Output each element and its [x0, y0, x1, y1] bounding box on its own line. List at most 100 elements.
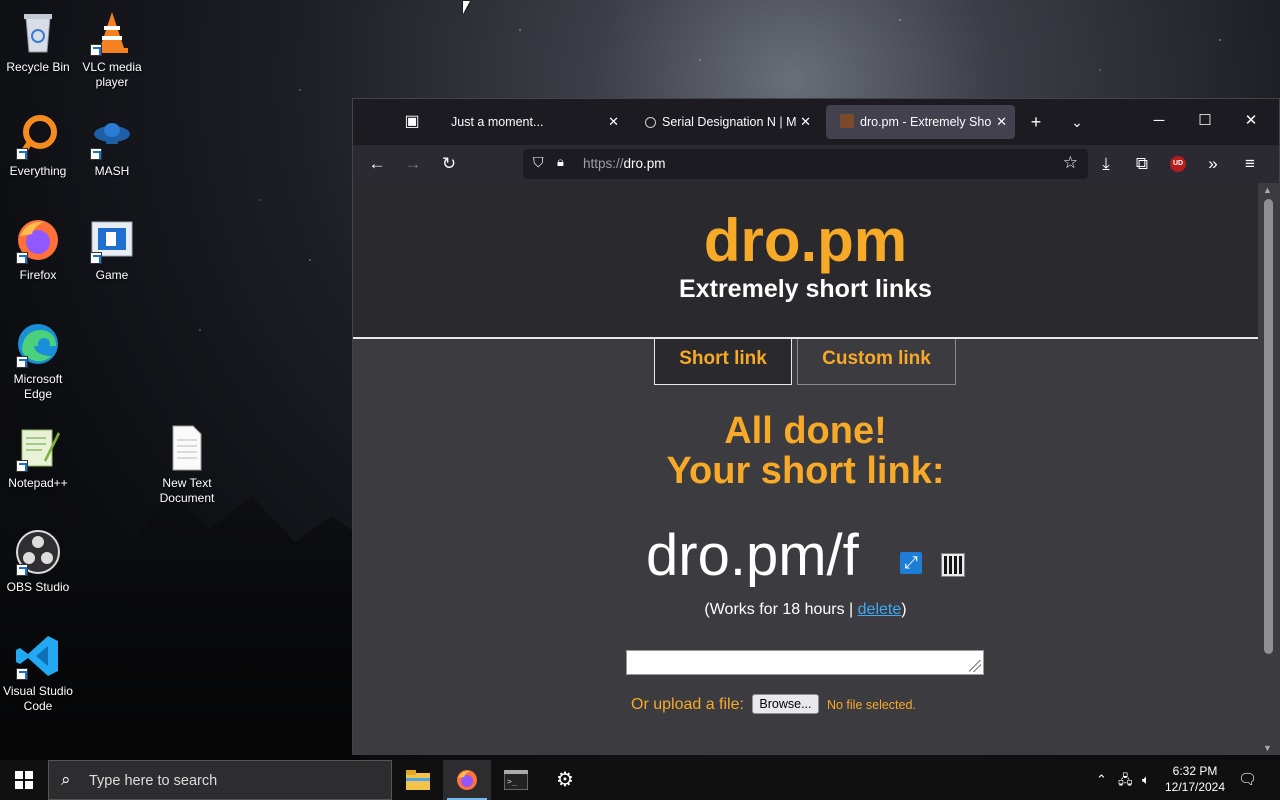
expiry-text: (Works for 18 hours |: [704, 601, 858, 618]
link-expiry-note: (Works for 18 hours | delete): [353, 601, 1258, 619]
close-tab-icon[interactable]: ✕: [608, 105, 619, 139]
desktop-icon-edge[interactable]: Microsoft Edge: [0, 320, 76, 402]
maximize-icon[interactable]: ☐: [1182, 105, 1228, 137]
desktop-icon-label: Microsoft Edge: [13, 372, 63, 401]
firefox-window: ▣ Just a moment... ✕ Serial Designation …: [352, 98, 1280, 755]
desktop-icon-label: Notepad++: [8, 476, 68, 490]
dro-pm-favicon-icon: [840, 114, 854, 128]
clock-time: 6:32 PM: [1172, 764, 1218, 778]
windows-start-icon[interactable]: [0, 760, 48, 800]
back-icon[interactable]: ←: [364, 151, 390, 177]
game-icon: [88, 216, 136, 264]
taskbar-file-explorer-icon[interactable]: [394, 760, 442, 800]
tab-title: Just a moment...: [451, 115, 544, 129]
clock-date: 12/17/2024: [1164, 780, 1226, 794]
delete-link[interactable]: delete: [858, 601, 902, 618]
vscode-icon: [14, 632, 62, 680]
tab-title: dro.pm - Extremely Short: [860, 115, 999, 129]
url-scheme: https://: [583, 156, 624, 171]
hamburger-menu-icon[interactable]: ≡: [1237, 151, 1263, 177]
firefox-view-icon[interactable]: ▣: [401, 111, 423, 133]
desktop-icon-label: MASH: [94, 164, 130, 178]
edge-icon: [14, 320, 62, 368]
close-tab-icon[interactable]: ✕: [992, 105, 1007, 139]
no-file-selected-text: No file selected.: [826, 698, 916, 712]
taskbar-search-box[interactable]: ⌕ Type here to search: [48, 760, 392, 800]
url-host: dro.pm: [623, 156, 666, 171]
forward-icon[interactable]: →: [400, 151, 426, 177]
close-tab-icon[interactable]: ✕: [796, 105, 811, 139]
url-text[interactable]: https://dro.pm: [583, 149, 666, 179]
tab-serial-designation[interactable]: Serial Designation N | Mu ✕: [631, 105, 819, 139]
taskbar-settings-gear-icon[interactable]: ⚙: [541, 760, 589, 800]
system-clock[interactable]: 6:32 PM 12/17/2024: [1160, 763, 1230, 795]
upload-row: Or upload a file: Browse... No file sele…: [631, 694, 916, 714]
vlc-icon: [88, 8, 136, 56]
qr-code-icon[interactable]: [941, 553, 965, 577]
desktop-icon-obs[interactable]: OBS Studio: [0, 528, 76, 595]
desktop-icon-label: Recycle Bin: [6, 60, 70, 74]
desktop-icon-label: Firefox: [19, 268, 57, 282]
taskbar-firefox-icon[interactable]: [443, 760, 491, 800]
more-tools-icon[interactable]: »: [1200, 151, 1226, 177]
scrollbar-thumb[interactable]: [1264, 199, 1273, 654]
short-link-result[interactable]: dro.pm/f: [646, 523, 859, 589]
reload-icon[interactable]: ↻: [436, 151, 462, 177]
scroll-down-arrow-icon[interactable]: ▼: [1263, 743, 1272, 753]
taskbar-terminal-icon[interactable]: >_: [492, 760, 540, 800]
desktop-icon-game[interactable]: Game: [74, 216, 150, 283]
site-logo[interactable]: dro.pm: [353, 183, 1258, 273]
taskbar: ⌕ Type here to search >_ ⚙ ⌃ 🖧︎ 🔈︎ 6:32 …: [0, 760, 1280, 800]
desktop-icon-notepadpp[interactable]: Notepad++: [0, 424, 76, 491]
action-center-notification-icon[interactable]: 🗨︎: [1238, 770, 1257, 788]
close-window-icon[interactable]: ✕: [1228, 105, 1274, 137]
obs-icon: [14, 528, 62, 576]
recycle-bin-icon: [14, 8, 62, 56]
desktop-icon-new-text-document[interactable]: New Text Document: [149, 424, 225, 506]
everything-icon: [14, 112, 62, 160]
globe-icon: [645, 117, 656, 128]
url-input-textarea[interactable]: [626, 650, 984, 675]
list-all-tabs-icon[interactable]: ⌄: [1063, 109, 1091, 135]
desktop-icon-label: OBS Studio: [6, 580, 70, 594]
resize-grip-icon[interactable]: [969, 660, 981, 672]
open-link-icon[interactable]: ⤢: [900, 552, 922, 574]
bookmark-star-icon[interactable]: ☆: [1063, 153, 1078, 173]
tab-short-link[interactable]: Short link: [654, 339, 792, 385]
your-short-link-text: Your short link:: [666, 450, 945, 492]
tab-custom-link[interactable]: Custom link: [797, 339, 956, 385]
desktop-icon-firefox[interactable]: Firefox: [0, 216, 76, 283]
minimize-icon[interactable]: ─: [1136, 105, 1182, 137]
ublock-origin-icon[interactable]: UD: [1170, 156, 1186, 172]
extensions-icon[interactable]: ⧉: [1129, 151, 1155, 177]
network-icon[interactable]: 🖧︎: [1118, 760, 1133, 800]
desktop-icon-vscode[interactable]: Visual Studio Code: [0, 632, 76, 714]
desktop-icon-label: Everything: [9, 164, 67, 178]
desktop-icon-label: Visual Studio Code: [3, 684, 73, 713]
url-bar[interactable]: ⛉ 🔒︎ https://dro.pm ☆: [523, 149, 1088, 179]
tab-dro-pm[interactable]: dro.pm - Extremely Short ✕: [826, 105, 1015, 139]
scroll-up-arrow-icon[interactable]: ▲: [1263, 185, 1272, 195]
tracking-protection-shield-icon[interactable]: ⛉: [533, 154, 544, 171]
desktop-icon-vlc[interactable]: VLC media player: [74, 8, 150, 90]
expiry-close-paren: ): [901, 601, 907, 618]
lock-icon[interactable]: 🔒︎: [557, 154, 564, 170]
tab-just-a-moment[interactable]: Just a moment... ✕: [437, 105, 627, 139]
link-type-tabs: Short link Custom link: [353, 339, 1258, 385]
page-content: dro.pm Extremely short links Short link …: [353, 183, 1258, 755]
downloads-icon[interactable]: ⤓: [1093, 151, 1119, 177]
new-tab-icon[interactable]: +: [1022, 109, 1050, 135]
mash-icon: [88, 112, 136, 160]
desktop-icon-everything[interactable]: Everything: [0, 112, 76, 179]
browse-button[interactable]: Browse...: [752, 694, 819, 714]
mouse-cursor-icon: [463, 1, 470, 14]
desktop-icon-mash[interactable]: MASH: [74, 112, 150, 179]
tab-title: Serial Designation N | Mu: [662, 115, 804, 129]
show-hidden-icons-chevron-icon[interactable]: ⌃: [1096, 760, 1107, 800]
desktop-icon-label: VLC media player: [82, 60, 142, 89]
upload-label: Or upload a file:: [631, 696, 744, 713]
page-scrollbar[interactable]: ▲ ▼: [1258, 183, 1280, 755]
desktop-icon-recycle-bin[interactable]: Recycle Bin: [0, 8, 76, 75]
volume-icon[interactable]: 🔈︎: [1142, 760, 1150, 800]
site-tagline: Extremely short links: [679, 275, 932, 303]
